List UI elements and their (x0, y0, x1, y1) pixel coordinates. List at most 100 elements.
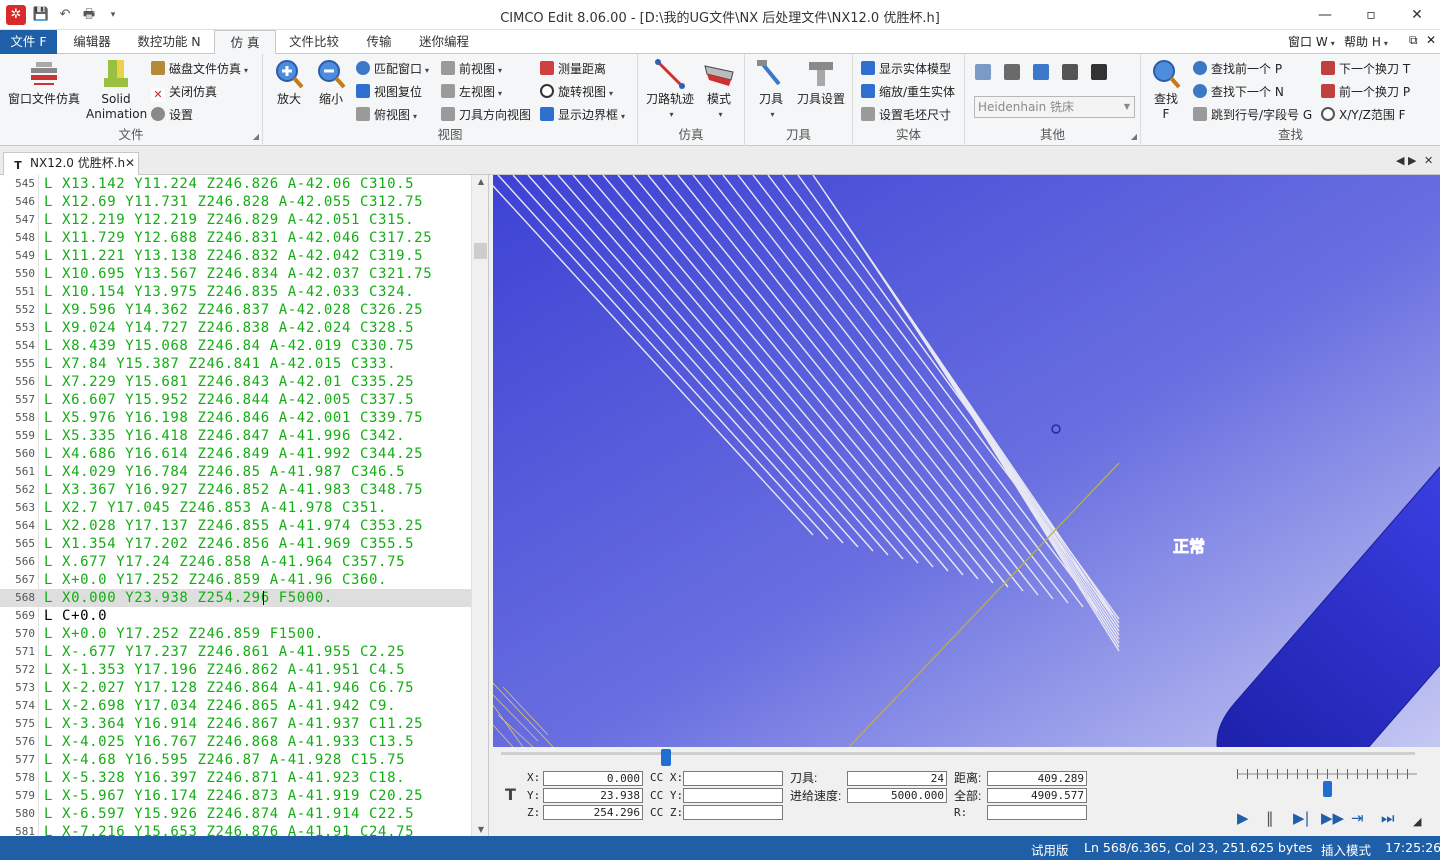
code-line[interactable]: 570 L X+0.0 Y17.252 Z246.859 F1500. (0, 625, 471, 643)
code-line[interactable]: 569 L C+0.0 (0, 607, 471, 625)
fast-forward-icon[interactable]: ▶▶ (1321, 809, 1344, 827)
code-line[interactable]: 578 L X-5.328 Y16.397 Z246.871 A-41.923 C… (0, 769, 471, 787)
resize-grip-icon[interactable]: ◢ (1413, 815, 1421, 828)
toolpath-button[interactable]: 刀路轨迹 ▾ (642, 58, 698, 122)
code-line[interactable]: 576 L X-4.025 Y16.767 Z246.868 A-41.933 C… (0, 733, 471, 751)
code-line[interactable]: 563 L X2.7 Y17.045 Z246.853 A-41.978 C351… (0, 499, 471, 517)
code-line[interactable]: 558 L X5.976 Y16.198 Z246.846 A-42.001 C3… (0, 409, 471, 427)
code-line[interactable]: 547 L X12.219 Y12.219 Z246.829 A-42.051 C… (0, 211, 471, 229)
document-tab[interactable]: T NX12.0 优胜杯.h ✕ (3, 152, 139, 175)
stock-size-button[interactable]: 设置毛坯尺寸 (861, 105, 951, 125)
print-icon[interactable]: 🖶 (80, 6, 98, 24)
xyz-range-button[interactable]: X/Y/Z范围 F (1321, 105, 1406, 125)
minimize-button[interactable]: — (1302, 0, 1348, 30)
find-previous-button[interactable]: 查找前一个 P (1193, 59, 1282, 79)
other-dialog-launcher-icon[interactable]: ◢ (1131, 132, 1137, 141)
code-line[interactable]: 545 L X13.142 Y11.224 Z246.826 A-42.06 C3… (0, 175, 471, 193)
code-line[interactable]: 549 L X11.221 Y13.138 Z246.832 A-42.042 C… (0, 247, 471, 265)
code-line[interactable]: 548 L X11.729 Y12.688 Z246.831 A-42.046 C… (0, 229, 471, 247)
measure-distance-button[interactable]: 测量距离 (540, 59, 606, 79)
code-line[interactable]: 555 L X7.84 Y15.387 Z246.841 A-42.015 C33… (0, 355, 471, 373)
rotate-view-button[interactable]: 旋转视图 ▾ (540, 82, 613, 102)
show-bounding-box-button[interactable]: 显示边界框 ▾ (540, 105, 625, 125)
code-line[interactable]: 552 L X9.596 Y14.362 Z246.837 A-42.028 C3… (0, 301, 471, 319)
app-logo-icon[interactable]: ✲ (6, 5, 26, 25)
customize-qat-icon[interactable]: ▾ (104, 6, 122, 24)
pause-icon[interactable]: ‖ (1266, 809, 1274, 827)
code-line[interactable]: 565 L X1.354 Y17.202 Z246.856 A-41.969 C3… (0, 535, 471, 553)
tab-file[interactable]: 文件 F (0, 30, 57, 54)
tab-scroll-right-icon[interactable]: ▶ (1408, 154, 1416, 167)
mode-button[interactable]: 模式 ▾ (700, 58, 738, 122)
end-icon[interactable]: ⏭ (1381, 809, 1395, 827)
top-view-button[interactable]: 俯视图 ▾ (356, 105, 417, 125)
code-line[interactable]: 562 L X3.367 Y16.927 Z246.852 A-41.983 C3… (0, 481, 471, 499)
grid-icon[interactable] (1062, 64, 1078, 80)
find-next-button[interactable]: 查找下一个 N (1193, 82, 1284, 102)
restore-button[interactable]: ▫ (1348, 0, 1394, 30)
disk-file-sim-button[interactable]: 磁盘文件仿真 ▾ (151, 59, 248, 79)
reset-view-button[interactable]: 视图复位 (356, 82, 422, 102)
simulation-viewport[interactable]: 正常 (493, 175, 1440, 747)
code-line[interactable]: 572 L X-1.353 Y17.196 Z246.862 A-41.951 C… (0, 661, 471, 679)
tab-file-compare[interactable]: 文件比较 (280, 30, 348, 54)
code-line[interactable]: 564 L X2.028 Y17.137 Z246.855 A-41.974 C3… (0, 517, 471, 535)
zoom-out-button[interactable]: 缩小 (313, 58, 349, 107)
editor-vertical-scrollbar[interactable]: ▲ ▼ (471, 175, 488, 836)
undo-icon[interactable]: ↶ (56, 6, 74, 24)
mdi-close-button[interactable]: ✕ (1426, 33, 1436, 47)
mdi-restore-button[interactable]: ⧉ (1409, 33, 1418, 48)
sim-progress-handle[interactable] (660, 749, 671, 766)
menu-window[interactable]: 窗口 W ▾ (1288, 33, 1335, 50)
scroll-down-icon[interactable]: ▼ (472, 825, 488, 834)
code-line[interactable]: 561 L X4.029 Y16.784 Z246.85 A-41.987 C34… (0, 463, 471, 481)
left-view-button[interactable]: 左视图 ▾ (441, 82, 502, 102)
code-line[interactable]: 556 L X7.229 Y15.681 Z246.843 A-42.01 C33… (0, 373, 471, 391)
code-line[interactable]: 571 L X-.677 Y17.237 Z246.861 A-41.955 C2… (0, 643, 471, 661)
tab-mini-programming[interactable]: 迷你编程 (410, 30, 478, 54)
solid-animation-button[interactable]: Solid Animation (86, 58, 147, 122)
sim-progress-track[interactable] (501, 752, 1415, 755)
nc-code-editor[interactable]: 545 L X13.142 Y11.224 Z246.826 A-42.06 C3… (0, 175, 489, 836)
tool-settings-button[interactable]: 刀具设置 (793, 58, 849, 107)
machine-select[interactable]: Heidenhain 铣床 ▼ (974, 96, 1135, 118)
play-icon[interactable]: ▶ (1237, 809, 1249, 827)
close-button[interactable]: ✕ (1394, 0, 1440, 30)
previous-tool-change-button[interactable]: 前一个换刀 P (1321, 82, 1410, 102)
code-line[interactable]: 553 L X9.024 Y14.727 Z246.838 A-42.024 C3… (0, 319, 471, 337)
jump-to-line-button[interactable]: 跳到行号/字段号 G (1193, 105, 1312, 125)
save-icon[interactable]: 💾 (32, 6, 50, 24)
zoom-in-button[interactable]: 放大 (271, 58, 307, 107)
window-file-sim-button[interactable]: 窗口文件仿真 (4, 58, 84, 107)
code-line[interactable]: 554 L X8.439 Y15.068 Z246.84 A-42.019 C33… (0, 337, 471, 355)
dialog-launcher-icon[interactable]: ◢ (253, 132, 259, 141)
close-sim-button[interactable]: ✕ 关闭仿真 (151, 82, 217, 102)
code-line[interactable]: 566 L X.677 Y17.24 Z246.858 A-41.964 C357… (0, 553, 471, 571)
code-line[interactable]: 559 L X5.335 Y16.418 Z246.847 A-41.996 C3… (0, 427, 471, 445)
tab-transfer[interactable]: 传输 (356, 30, 402, 54)
zoom-regen-solid-button[interactable]: 缩放/重生实体 (861, 82, 955, 102)
code-line[interactable]: 579 L X-5.967 Y16.174 Z246.873 A-41.919 C… (0, 787, 471, 805)
tab-close-icon[interactable]: ✕ (1424, 154, 1433, 167)
nc-file-icon[interactable] (1004, 64, 1020, 80)
scrollbar-thumb[interactable] (474, 243, 487, 259)
code-line[interactable]: 568 L X0.000 Y23.938 Z254.296 F5000. (0, 589, 471, 607)
fit-window-button[interactable]: 匹配窗口 ▾ (356, 59, 429, 79)
menu-help[interactable]: 帮助 H ▾ (1344, 33, 1388, 50)
code-line[interactable]: 560 L X4.686 Y16.614 Z246.849 A-41.992 C3… (0, 445, 471, 463)
axis-icon[interactable] (975, 64, 991, 80)
next-block-icon[interactable]: ⇥ (1351, 809, 1364, 827)
tab-simulation[interactable]: 仿 真 (214, 30, 276, 55)
image-icon[interactable] (1033, 64, 1049, 80)
code-line[interactable]: 550 L X10.695 Y13.567 Z246.834 A-42.037 C… (0, 265, 471, 283)
tab-scroll-left-icon[interactable]: ◀ (1396, 154, 1404, 167)
next-tool-change-button[interactable]: 下一个换刀 T (1321, 59, 1410, 79)
speed-slider-handle[interactable] (1323, 781, 1332, 797)
code-line[interactable]: 557 L X6.607 Y15.952 Z246.844 A-42.005 C3… (0, 391, 471, 409)
dxf-icon[interactable] (1091, 64, 1107, 80)
show-solid-model-button[interactable]: 显示实体模型 (861, 59, 951, 79)
settings-button[interactable]: 设置 (151, 105, 193, 125)
code-line[interactable]: 551 L X10.154 Y13.975 Z246.835 A-42.033 C… (0, 283, 471, 301)
code-line[interactable]: 546 L X12.69 Y11.731 Z246.828 A-42.055 C3… (0, 193, 471, 211)
code-line[interactable]: 577 L X-4.68 Y16.595 Z246.87 A-41.928 C15… (0, 751, 471, 769)
